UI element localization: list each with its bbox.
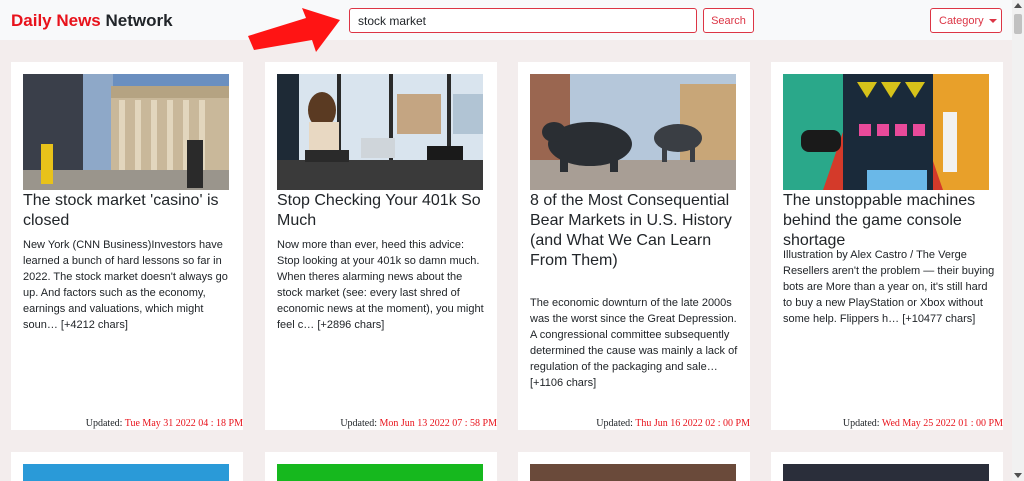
red-arrow-icon	[248, 8, 340, 52]
search-input[interactable]	[349, 8, 697, 33]
brand-logo[interactable]: Daily News Network	[11, 11, 173, 31]
news-updated: Updated: Thu Jun 16 2022 02 : 00 PM	[596, 418, 750, 429]
news-card[interactable]	[771, 452, 1003, 481]
news-card[interactable]: 8 of the Most Consequential Bear Markets…	[518, 62, 750, 430]
news-image-bear-bull[interactable]	[530, 74, 736, 190]
updated-date: Thu Jun 16 2022 02 : 00 PM	[635, 418, 750, 429]
news-card[interactable]: The unstoppable machines behind the game…	[771, 62, 1003, 430]
news-updated: Updated: Tue May 31 2022 04 : 18 PM	[86, 418, 243, 429]
news-image[interactable]	[530, 464, 736, 481]
scrollbar[interactable]	[1012, 0, 1024, 481]
brand-name-primary: Daily News	[11, 11, 101, 30]
updated-date: Mon Jun 13 2022 07 : 58 PM	[379, 418, 497, 429]
news-card[interactable]	[265, 452, 497, 481]
news-image[interactable]	[277, 464, 483, 481]
updated-date: Wed May 25 2022 01 : 00 PM	[881, 418, 1003, 429]
scrollbar-thumb[interactable]	[1014, 14, 1022, 34]
caret-down-icon	[989, 19, 997, 23]
brand-name-secondary: Network	[105, 11, 173, 30]
search-button[interactable]: Search	[703, 8, 754, 33]
news-card[interactable]: The stock market 'casino' is closed New …	[11, 62, 243, 430]
news-title[interactable]: Stop Checking Your 401k So Much	[277, 191, 487, 231]
updated-label: Updated:	[842, 418, 880, 429]
news-image-woman-laptop[interactable]	[277, 74, 483, 190]
news-updated: Updated: Wed May 25 2022 01 : 00 PM	[843, 418, 1003, 429]
updated-label: Updated:	[340, 418, 377, 429]
news-image[interactable]	[23, 464, 229, 481]
news-card[interactable]	[11, 452, 243, 481]
news-title[interactable]: The stock market 'casino' is closed	[23, 191, 233, 231]
scroll-up-icon[interactable]	[1014, 3, 1022, 8]
news-updated: Updated: Mon Jun 13 2022 07 : 58 PM	[340, 418, 497, 429]
news-image-game-console[interactable]	[783, 74, 989, 190]
news-card[interactable]	[518, 452, 750, 481]
news-description: The economic downturn of the late 2000s …	[530, 297, 738, 389]
scroll-down-icon[interactable]	[1014, 473, 1022, 478]
updated-label: Updated:	[596, 418, 633, 429]
news-description: Now more than ever, heed this advice: St…	[277, 239, 484, 331]
category-dropdown[interactable]: Category	[930, 8, 1002, 33]
category-label: Category	[939, 14, 984, 27]
news-image[interactable]	[783, 464, 989, 481]
navbar: Daily News Network Search Category	[0, 0, 1012, 40]
news-image-stock-exchange[interactable]	[23, 74, 229, 190]
news-title[interactable]: The unstoppable machines behind the game…	[783, 191, 993, 251]
news-title[interactable]: 8 of the Most Consequential Bear Markets…	[530, 191, 740, 271]
news-description: New York (CNN Business)Investors have le…	[23, 239, 228, 331]
news-card[interactable]: Stop Checking Your 401k So Much Now more…	[265, 62, 497, 430]
updated-date: Tue May 31 2022 04 : 18 PM	[124, 418, 243, 429]
updated-label: Updated:	[85, 418, 123, 429]
news-description: Illustration by Alex Castro / The Verge …	[783, 249, 995, 325]
